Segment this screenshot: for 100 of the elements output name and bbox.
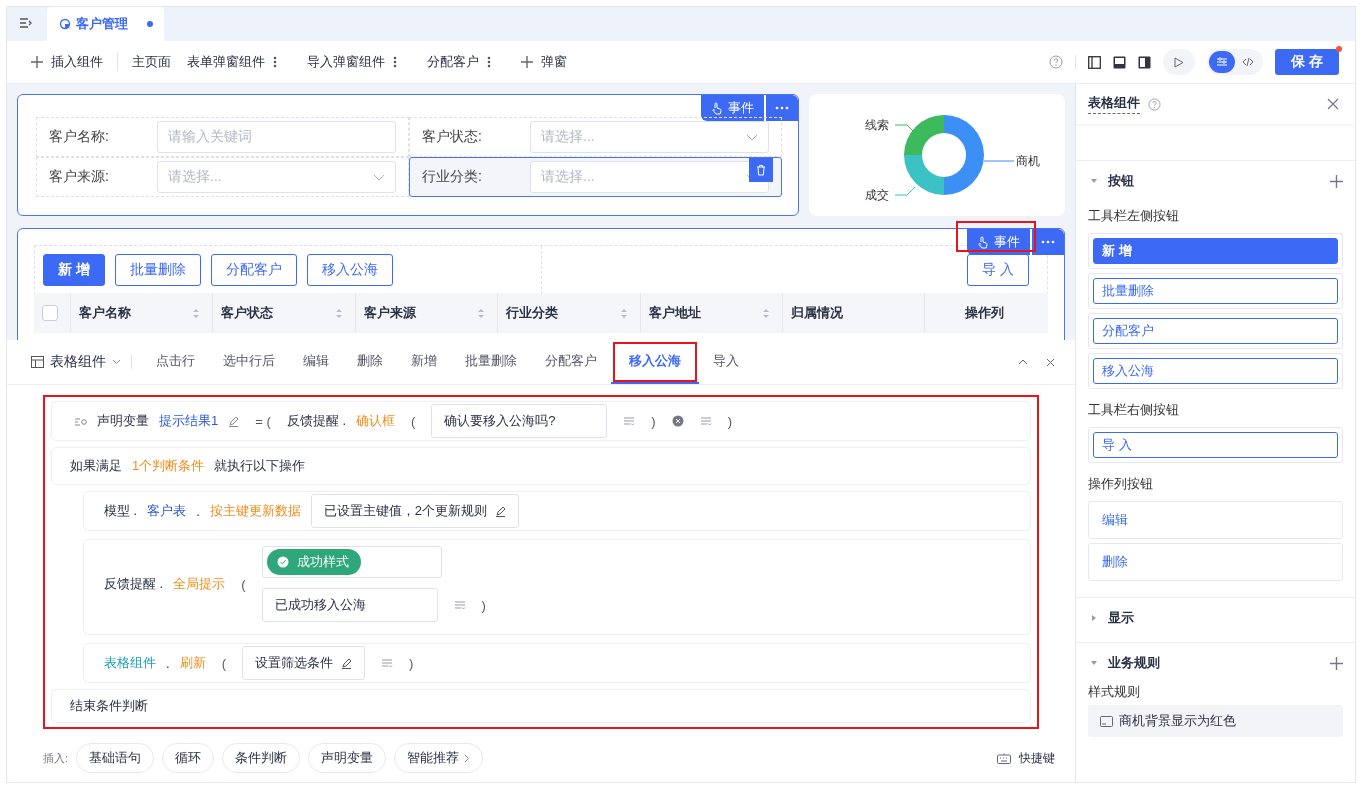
punctuation: ) bbox=[727, 413, 733, 429]
plus-icon[interactable] bbox=[1330, 174, 1343, 188]
field-label: 客户来源: bbox=[49, 168, 110, 186]
column-header: 行业分类 bbox=[506, 304, 559, 322]
column-header: 归属情况 bbox=[791, 304, 844, 322]
document-tab[interactable]: 客户管理 bbox=[47, 7, 164, 41]
sidebar-toggle-icon[interactable] bbox=[19, 17, 33, 29]
more-icon[interactable] bbox=[487, 56, 491, 68]
delete-button[interactable] bbox=[749, 158, 773, 182]
variable-name[interactable]: 提示结果1 bbox=[159, 412, 219, 430]
toolbar-button[interactable]: 导 入 bbox=[967, 254, 1029, 286]
shortcut-button[interactable]: 快捷键 bbox=[997, 749, 1055, 767]
left-panel-icon[interactable] bbox=[1088, 55, 1101, 69]
close-icon[interactable] bbox=[1046, 357, 1055, 367]
code-text: 如果满足 bbox=[70, 457, 122, 475]
caret-icon[interactable] bbox=[1090, 659, 1098, 667]
plus-icon bbox=[521, 56, 533, 68]
event-button[interactable]: 事件 bbox=[701, 95, 764, 121]
more-icon[interactable] bbox=[393, 56, 397, 68]
toolbar-button[interactable]: 分配客户 bbox=[210, 254, 297, 286]
popup-tab[interactable]: 导入弹窗组件 bbox=[307, 53, 397, 71]
add-tool[interactable]: 弹窗 bbox=[521, 53, 567, 71]
button-item[interactable]: 分配客户 bbox=[1093, 318, 1338, 344]
chevron-down-icon bbox=[112, 359, 121, 365]
button-item[interactable]: 导 入 bbox=[1093, 432, 1338, 458]
save-button[interactable]: 保 存 bbox=[1275, 49, 1339, 75]
design-mode-toggle[interactable] bbox=[1209, 51, 1235, 73]
button-item[interactable]: 新 增 bbox=[1093, 238, 1338, 264]
event-tab[interactable]: 编辑 bbox=[289, 340, 343, 384]
insert-button[interactable]: 智能推荐 bbox=[394, 743, 484, 773]
add-tool[interactable]: 插入组件 bbox=[31, 53, 118, 71]
section-title[interactable]: 按钮 bbox=[1108, 172, 1134, 190]
table-icon bbox=[31, 356, 44, 368]
variable-icon bbox=[74, 416, 87, 426]
collapse-icon[interactable] bbox=[1018, 359, 1028, 365]
punctuation: = ( bbox=[255, 413, 271, 429]
event-button[interactable]: 事件 bbox=[967, 229, 1030, 255]
more-button[interactable] bbox=[1032, 229, 1064, 255]
toolbar-button[interactable]: 新 增 bbox=[43, 254, 105, 286]
table-component[interactable]: 事件 新 增 批量删除 分配客户 移入公海 导 入 客户名称 客户状态 客户来源 行业分类 客户地址 归属情况 操作列 bbox=[17, 228, 1065, 340]
caret-icon[interactable] bbox=[1090, 614, 1098, 622]
leader-line bbox=[894, 186, 916, 196]
argument-field[interactable]: 已成功移入公海 bbox=[261, 588, 438, 622]
event-tab[interactable]: 点击行 bbox=[142, 340, 209, 384]
chart-label: 成交 bbox=[865, 188, 889, 202]
object-name[interactable]: 客户表 bbox=[147, 502, 187, 520]
popup-tab[interactable]: 分配客户 bbox=[427, 53, 491, 71]
toolbar-button[interactable]: 移入公海 bbox=[306, 254, 393, 286]
caret-icon[interactable] bbox=[1090, 177, 1098, 185]
right-panel-icon[interactable] bbox=[1138, 55, 1151, 69]
help-icon[interactable] bbox=[1148, 97, 1161, 111]
event-tab[interactable]: 新增 bbox=[397, 340, 451, 384]
argument-field[interactable]: 设置筛选条件 bbox=[241, 646, 365, 680]
argument-field[interactable]: 已设置主键值，2个更新规则 bbox=[310, 494, 520, 528]
event-tab[interactable]: 选中行后 bbox=[209, 340, 289, 384]
event-tab[interactable]: 分配客户 bbox=[531, 340, 611, 384]
group-title: 工具栏右侧按钮 bbox=[1088, 401, 1180, 419]
button-item[interactable]: 批量删除 bbox=[1093, 278, 1338, 304]
plus-icon bbox=[31, 56, 43, 68]
plus-icon[interactable] bbox=[1330, 656, 1343, 670]
style-rule-item[interactable]: 商机背景显示为红色 bbox=[1088, 705, 1343, 737]
insert-button[interactable]: 循环 bbox=[162, 743, 215, 773]
field-label: 客户名称: bbox=[49, 128, 110, 146]
event-tab[interactable]: 批量删除 bbox=[451, 340, 531, 384]
insert-button[interactable]: 基础语句 bbox=[76, 743, 155, 773]
trash-icon bbox=[756, 164, 766, 176]
close-icon[interactable] bbox=[1327, 98, 1339, 110]
end-statement: 结束条件判断 bbox=[70, 697, 148, 715]
edit-icon[interactable] bbox=[228, 415, 240, 427]
select-all-checkbox[interactable] bbox=[42, 305, 58, 321]
chevron-right-icon bbox=[464, 753, 471, 763]
edit-icon[interactable] bbox=[495, 505, 507, 517]
event-tab[interactable]: 删除 bbox=[343, 340, 397, 384]
bottom-panel-icon[interactable] bbox=[1113, 55, 1126, 69]
code-text: 就执行以下操作 bbox=[214, 457, 306, 475]
insert-button[interactable]: 条件判断 bbox=[222, 743, 301, 773]
code-text: 反馈提醒 . bbox=[104, 575, 164, 593]
page-tab[interactable]: 主页面 bbox=[132, 53, 171, 71]
play-icon bbox=[1174, 56, 1184, 68]
event-tab[interactable]: 导入 bbox=[699, 340, 753, 384]
more-icon[interactable] bbox=[273, 56, 277, 68]
clear-icon[interactable] bbox=[671, 415, 684, 427]
filter-form[interactable]: 事件 客户名称: 请输入关键词 客户状态: 请选择... 客户来源: 请选择... 行业分类: 请选择... bbox=[17, 94, 799, 216]
section-title[interactable]: 业务规则 bbox=[1108, 654, 1160, 672]
help-icon[interactable] bbox=[1049, 55, 1063, 69]
group-title: 工具栏左侧按钮 bbox=[1088, 207, 1180, 225]
popup-tab[interactable]: 表单弹窗组件 bbox=[187, 53, 277, 71]
argument-field[interactable]: 确认要移入公海吗? bbox=[431, 404, 608, 438]
toolbar-button[interactable]: 批量删除 bbox=[114, 254, 201, 286]
button-item[interactable]: 移入公海 bbox=[1093, 358, 1338, 384]
component-selector[interactable]: 表格组件 bbox=[31, 353, 121, 371]
group-title: 操作列按钮 bbox=[1088, 475, 1154, 493]
chart-label: 商机 bbox=[1016, 154, 1040, 168]
section-title[interactable]: 显示 bbox=[1108, 609, 1134, 627]
event-tab[interactable]: 移入公海 bbox=[611, 340, 699, 384]
preview-button[interactable] bbox=[1163, 49, 1195, 75]
more-button[interactable] bbox=[766, 95, 798, 121]
edit-icon[interactable] bbox=[340, 657, 352, 669]
insert-button[interactable]: 声明变量 bbox=[308, 743, 387, 773]
code-text: 反馈提醒 . bbox=[286, 412, 346, 430]
